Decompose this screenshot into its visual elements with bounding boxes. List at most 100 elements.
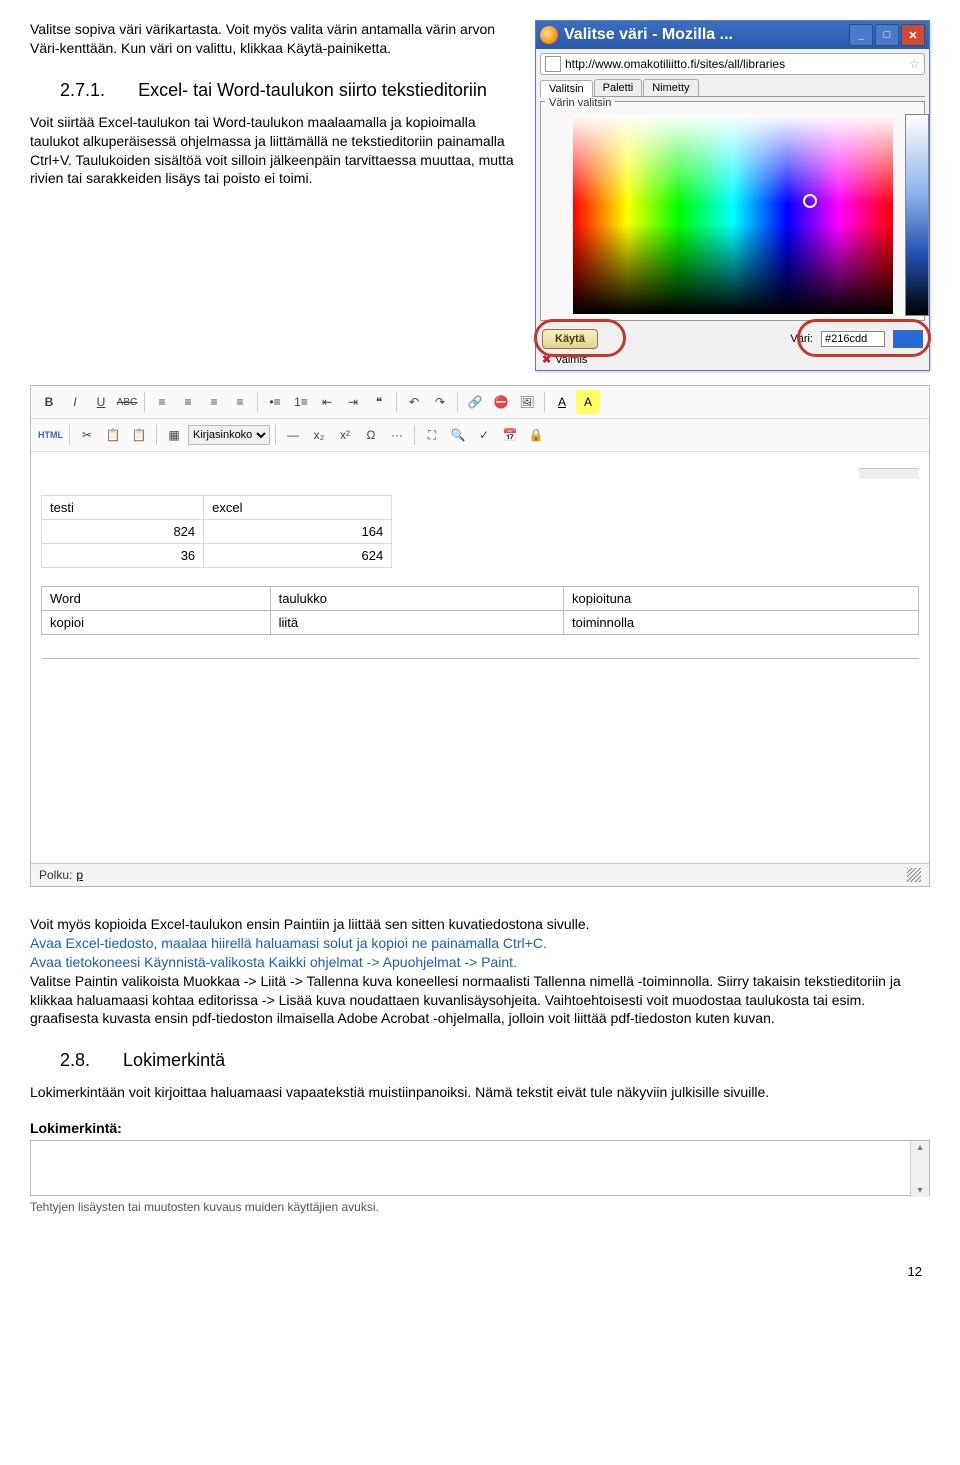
toolbar-separator — [396, 392, 397, 412]
calendar-button[interactable]: 📅 — [498, 423, 522, 447]
textarea-scrollbar[interactable]: ▴ ▾ — [910, 1141, 929, 1197]
table-button[interactable]: ▦ — [162, 423, 186, 447]
font-size-select[interactable]: Kirjasinkoko — [188, 425, 270, 445]
fullscreen-button[interactable]: ⛶ — [420, 423, 444, 447]
text-color-button[interactable]: A — [550, 390, 574, 414]
table-row: kopioi liitä toiminnolla — [42, 611, 919, 635]
toolbar-separator — [69, 425, 70, 445]
bold-button[interactable]: B — [37, 390, 61, 414]
table-row: testi excel — [42, 496, 392, 520]
table-cell[interactable] — [270, 635, 563, 659]
log-entry-label: Lokimerkintä: — [30, 1120, 930, 1136]
outdent-button[interactable]: ⇤ — [315, 390, 339, 414]
image-button[interactable]: 🖼 — [515, 390, 539, 414]
table-cell[interactable]: toiminnolla — [563, 611, 918, 635]
loki-intro-paragraph: Lokimerkintään voit kirjoittaa haluamaas… — [30, 1083, 930, 1102]
lightness-strip[interactable] — [905, 114, 929, 316]
redo-button[interactable]: ↷ — [428, 390, 452, 414]
strikethrough-button[interactable]: ABC — [115, 390, 139, 414]
intro-paragraph-1: Valitse sopiva väri värikartasta. Voit m… — [30, 20, 515, 58]
table-row: 36 624 — [42, 544, 392, 568]
table-cell[interactable]: 36 — [42, 544, 204, 568]
bg-color-button[interactable]: A — [576, 390, 600, 414]
log-entry-textarea[interactable]: ▴ ▾ — [30, 1140, 930, 1196]
minimize-button[interactable]: _ — [849, 24, 873, 46]
italic-button[interactable]: I — [63, 390, 87, 414]
unlink-button[interactable]: ⛔ — [489, 390, 513, 414]
table-cell[interactable]: 624 — [204, 544, 392, 568]
table-row: Word taulukko kopioituna — [42, 587, 919, 611]
table-cell[interactable] — [563, 635, 918, 659]
align-left-button[interactable]: ≡ — [150, 390, 174, 414]
resize-handle-icon[interactable] — [907, 868, 921, 882]
color-picker-window: Valitse väri - Mozilla ... _ □ ✕ http://… — [535, 20, 930, 371]
editor-blank-area[interactable] — [41, 677, 919, 857]
table-cell[interactable]: 824 — [42, 520, 204, 544]
table-cell[interactable]: taulukko — [270, 587, 563, 611]
spellcheck-button[interactable]: ✓ — [472, 423, 496, 447]
table-cell[interactable]: kopioi — [42, 611, 271, 635]
align-right-button[interactable]: ≡ — [202, 390, 226, 414]
table-cell[interactable] — [42, 635, 271, 659]
window-title: Valitse väri - Mozilla ... — [564, 26, 847, 44]
find-button[interactable]: 🔍 — [446, 423, 470, 447]
indent-button[interactable]: ⇥ — [341, 390, 365, 414]
section-271-number: 2.7.1. — [60, 80, 105, 100]
table-cell[interactable]: kopioituna — [563, 587, 918, 611]
path-value[interactable]: p — [76, 868, 83, 882]
hr-button[interactable]: — — [281, 423, 305, 447]
instructions-line-3: Avaa tietokoneesi Käynnistä-valikosta Ka… — [30, 954, 517, 970]
bullet-list-button[interactable]: •≡ — [263, 390, 287, 414]
underline-button[interactable]: U — [89, 390, 113, 414]
tab-paletti[interactable]: Paletti — [594, 79, 643, 96]
toolbar-separator — [544, 392, 545, 412]
table-cell[interactable]: liitä — [270, 611, 563, 635]
instructions-paragraph: Voit myös kopioida Excel-taulukon ensin … — [30, 915, 930, 1028]
scroll-up-icon[interactable]: ▴ — [917, 1142, 922, 1153]
tab-valitsin[interactable]: Valitsin — [540, 80, 593, 97]
color-gradient[interactable] — [573, 114, 893, 314]
firefox-icon — [540, 26, 558, 44]
cut-button[interactable]: ✂ — [75, 423, 99, 447]
copy-button[interactable]: 📋 — [101, 423, 125, 447]
paste-button[interactable]: 📋 — [127, 423, 151, 447]
window-titlebar[interactable]: Valitse väri - Mozilla ... _ □ ✕ — [536, 21, 929, 49]
table-cell[interactable]: excel — [204, 496, 392, 520]
align-center-button[interactable]: ≡ — [176, 390, 200, 414]
table-cell[interactable]: 164 — [204, 520, 392, 544]
lock-button[interactable]: 🔒 — [524, 423, 548, 447]
toolbar-row-1: B I U ABC ≡ ≡ ≡ ≡ •≡ 1≡ ⇤ ⇥ ❝ ↶ ↷ 🔗 ⛔ 🖼 … — [31, 386, 929, 419]
table-cell[interactable]: Word — [42, 587, 271, 611]
editor-path-bar: Polku: p — [31, 863, 929, 886]
picker-legend: Värin valitsin — [545, 97, 615, 109]
maximize-button[interactable]: □ — [875, 24, 899, 46]
page-break-button[interactable]: ··· — [385, 423, 409, 447]
editor-content-area[interactable]: testi excel 824 164 36 624 Word taulukko… — [31, 452, 929, 863]
toolbar-separator — [414, 425, 415, 445]
special-char-button[interactable]: Ω — [359, 423, 383, 447]
scroll-down-icon[interactable]: ▾ — [917, 1185, 922, 1196]
superscript-button[interactable]: x² — [333, 423, 357, 447]
section-28-number: 2.8. — [60, 1050, 90, 1070]
log-entry-description: Tehtyjen lisäysten tai muutosten kuvaus … — [30, 1200, 930, 1214]
page-number: 12 — [30, 1264, 930, 1279]
subscript-button[interactable]: x₂ — [307, 423, 331, 447]
bookmark-star-icon[interactable]: ☆ — [909, 57, 920, 71]
table-cell[interactable]: testi — [42, 496, 204, 520]
tab-nimetty[interactable]: Nimetty — [643, 79, 698, 96]
table-row — [42, 635, 919, 659]
undo-button[interactable]: ↶ — [402, 390, 426, 414]
html-button[interactable]: HTML — [37, 423, 64, 447]
instructions-line-1: Voit myös kopioida Excel-taulukon ensin … — [30, 916, 590, 932]
numbered-list-button[interactable]: 1≡ — [289, 390, 313, 414]
instructions-line-4: Valitse Paintin valikoista Muokkaa -> Li… — [30, 973, 901, 1027]
address-bar[interactable]: http://www.omakotiliitto.fi/sites/all/li… — [540, 53, 925, 75]
text-editor: B I U ABC ≡ ≡ ≡ ≡ •≡ 1≡ ⇤ ⇥ ❝ ↶ ↷ 🔗 ⛔ 🖼 … — [30, 385, 930, 887]
table-row: 824 164 — [42, 520, 392, 544]
close-button[interactable]: ✕ — [901, 24, 925, 46]
align-justify-button[interactable]: ≡ — [228, 390, 252, 414]
blockquote-button[interactable]: ❝ — [367, 390, 391, 414]
link-button[interactable]: 🔗 — [463, 390, 487, 414]
log-entry-panel: Lokimerkintä: ▴ ▾ Tehtyjen lisäysten tai… — [30, 1120, 930, 1214]
page-icon — [545, 56, 561, 72]
